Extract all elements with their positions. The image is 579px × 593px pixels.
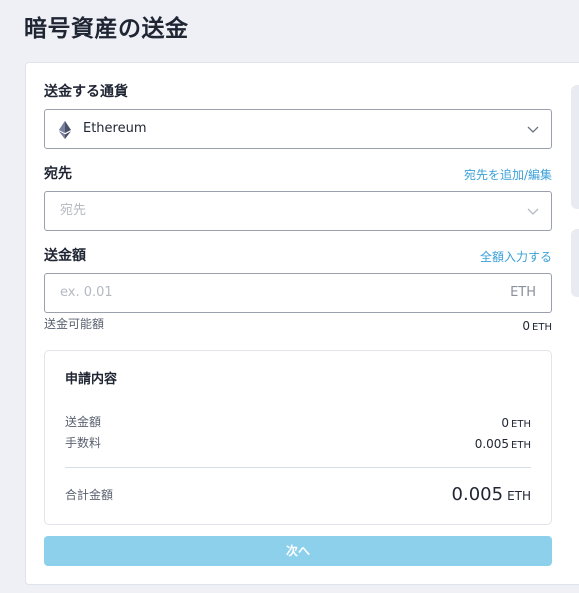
summary-panel: 申請内容 送金額 0 ETH 手数料 0.005 ETH 合計金額 0.005 ETH — [44, 350, 552, 525]
available-unit: ETH — [532, 322, 552, 333]
amount-placeholder: ex. 0.01 — [60, 285, 113, 300]
total-label: 合計金額 — [65, 488, 114, 502]
summary-row-value: 0.005 ETH — [475, 435, 531, 455]
destination-select[interactable]: 宛先 — [44, 191, 552, 231]
summary-divider — [65, 467, 531, 468]
amount-input[interactable]: ex. 0.01 ETH — [44, 273, 552, 313]
send-amount-unit: ETH — [511, 419, 531, 430]
ethereum-icon — [59, 121, 71, 139]
summary-title: 申請内容 — [65, 372, 118, 387]
summary-row-label: 送金額 — [65, 415, 102, 429]
total-unit: ETH — [507, 489, 531, 503]
edit-destination-link[interactable]: 宛先を追加/編集 — [464, 166, 552, 184]
fee-value: 0.005 — [474, 437, 510, 451]
available-value: 0 — [522, 319, 531, 333]
next-button[interactable]: 次へ — [44, 536, 552, 566]
amount-label: 送金額 — [44, 248, 86, 264]
page-title: 暗号資産の送金 — [24, 16, 189, 42]
summary-row-value: 0 ETH — [501, 414, 531, 434]
summary-row-label: 手数料 — [65, 436, 102, 450]
fill-max-amount-link[interactable]: 全額入力する — [480, 248, 552, 266]
send-amount-value: 0 — [501, 416, 510, 430]
total-amount: 0.005 ETH — [452, 483, 531, 508]
destination-placeholder: 宛先 — [60, 203, 87, 218]
fee-unit: ETH — [511, 440, 531, 451]
side-panel-tab[interactable] — [571, 85, 579, 209]
chevron-down-icon — [527, 208, 539, 215]
destination-label: 宛先 — [44, 166, 72, 182]
available-amount: 0 ETH — [522, 317, 552, 337]
currency-selected-value: Ethereum — [83, 121, 147, 136]
amount-unit: ETH — [510, 285, 536, 300]
side-panel-tab[interactable] — [571, 229, 579, 297]
available-label: 送金可能額 — [44, 317, 105, 331]
chevron-down-icon — [527, 126, 539, 133]
total-value: 0.005 — [451, 484, 504, 505]
currency-select[interactable]: Ethereum — [44, 109, 552, 149]
currency-label: 送金する通貨 — [44, 84, 128, 100]
